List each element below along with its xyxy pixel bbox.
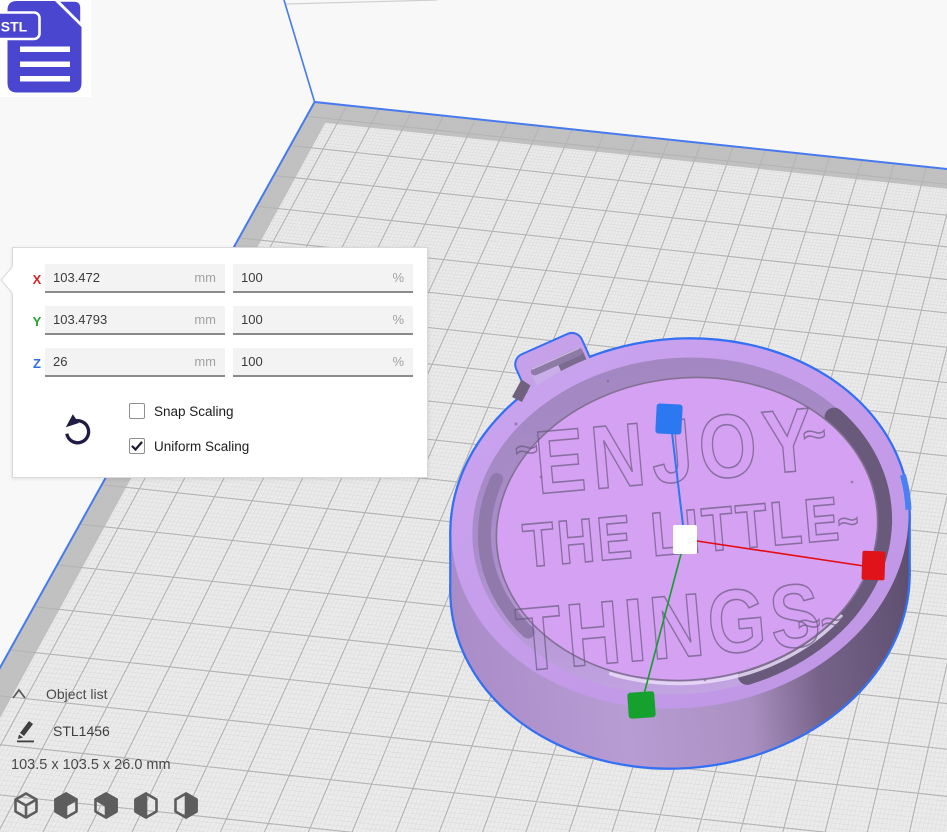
svg-text:STL: STL (1, 19, 28, 35)
svg-text:~~: ~~ (795, 594, 846, 651)
svg-text:~: ~ (835, 497, 860, 547)
svg-text:~: ~ (513, 422, 541, 477)
svg-text:~: ~ (800, 407, 828, 462)
